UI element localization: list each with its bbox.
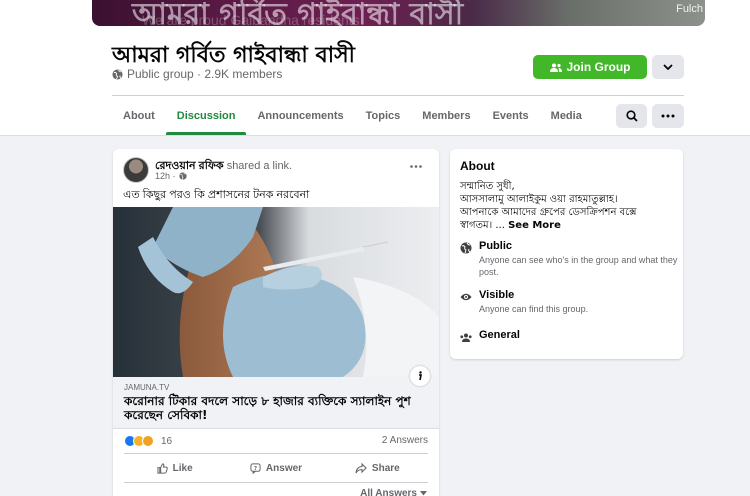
like-label: Like [172,462,193,474]
post-options-button[interactable] [406,159,426,173]
cover-photo[interactable]: আমরা গর্বিত গাইবান্ধা বাসী We are proud … [92,0,705,26]
about-card: About সম্মানিত সুধী, আসসালামু আলাইকুম ওয… [450,149,683,359]
group-search-button[interactable] [616,104,647,128]
link-domain: JAMUNA.TV [124,383,170,392]
join-group-button[interactable]: Join Group [533,55,647,79]
tab-members[interactable]: Members [411,97,481,135]
people-icon [460,333,472,342]
public-description: Anyone can see who's in the group and wh… [479,255,678,277]
header-divider [112,95,684,96]
group-tabs: About Discussion Announcements Topics Me… [112,97,593,135]
visible-description: Anyone can find this group. [479,304,589,314]
chevron-down-icon [663,64,673,70]
about-desc-line-1: সম্মানিত সুধী, [460,181,515,192]
svg-text:?: ? [254,465,257,471]
share-icon [355,462,367,473]
search-icon [625,110,638,122]
tab-discussion[interactable]: Discussion [165,97,247,135]
caret-down-icon [420,491,427,496]
about-visible: Visible Anyone can find this group. [460,289,679,315]
visible-title: Visible [479,289,515,301]
join-group-label: Join Group [566,60,631,74]
general-title: General [479,329,520,341]
info-icon [419,371,422,381]
post-actions: Like ? Answer Share [124,455,428,481]
answer-button[interactable]: ? Answer [225,455,326,481]
all-answers-label: All Answers [360,488,417,496]
tab-announcements[interactable]: Announcements [246,97,354,135]
answer-icon: ? [250,462,261,474]
about-desc-line-4: স্বাগতম। ... [460,220,505,231]
group-header: আমরা গর্বিত গাইবান্ধা বাসী We are proud … [0,0,750,136]
see-more-link[interactable]: See More [508,220,561,231]
more-dots-icon [661,114,675,118]
info-button[interactable] [410,366,430,386]
group-meta: Public group · 2.9K members [112,67,282,81]
people-icon [549,63,562,72]
vaccination-photo [113,207,439,377]
reactions-summary[interactable]: 16 [124,435,172,447]
about-desc-line-3: আপনাকে আমাদের গ্রুপের ডেসক্রিপশন বক্সে [460,207,637,218]
share-label: Share [371,462,400,474]
group-more-button[interactable] [652,104,684,128]
about-desc-line-2: আসসালামু আলাইকুম ওয়া রাহমাতুল্লাহ। [460,194,618,205]
post-action-text: shared a link. [226,160,293,172]
group-meta-text[interactable]: Public group · 2.9K members [127,67,282,81]
reaction-count: 16 [161,435,173,447]
globe-icon [460,242,472,254]
share-button[interactable]: Share [327,455,428,481]
more-dots-icon [410,164,422,168]
about-public: Public Anyone can see who's in the group… [460,240,679,278]
all-answers-filter[interactable]: All Answers [360,488,427,496]
post-time-text[interactable]: 12h · [155,171,176,181]
about-general: General [460,329,520,342]
about-title: About [460,159,495,173]
link-preview[interactable]: JAMUNA.TV করোনার টিকার বদলে সাড়ে ৮ হাজা… [113,377,439,429]
post-text: এত কিছুর পরও কি প্রশাসনের টনক নরবেনা [123,189,310,201]
about-description: সম্মানিত সুধী, আসসালামু আলাইকুম ওয়া রাহ… [460,180,675,232]
answers-count[interactable]: 2 Answers [382,435,428,446]
avatar[interactable] [123,157,149,183]
post-timestamp: 12h · [155,171,187,181]
cover-tag: Fulch [676,3,703,15]
globe-icon [178,172,187,180]
tab-events[interactable]: Events [482,97,540,135]
tab-media[interactable]: Media [540,97,593,135]
link-title[interactable]: করোনার টিকার বদলে সাড়ে ৮ হাজার ব্যক্তিক… [124,394,424,422]
public-title: Public [479,240,513,252]
actions-divider [124,453,428,454]
cover-subtitle-text: We are proud Gaibandha residents [142,12,360,26]
tab-topics[interactable]: Topics [355,97,412,135]
tab-about[interactable]: About [112,97,166,135]
eye-icon [460,293,472,301]
reaction-icons [124,435,154,447]
link-preview-image[interactable] [113,207,439,377]
feed-post: রেদওয়ান রফিক shared a link. 12h · এত কি… [113,149,439,496]
thumbs-up-icon [157,462,168,474]
actions-divider-bottom [124,482,428,483]
globe-icon [112,68,123,80]
like-button[interactable]: Like [124,455,225,481]
answer-label: Answer [265,462,303,474]
wow-reaction-icon [142,435,154,447]
group-options-button[interactable] [652,55,684,79]
